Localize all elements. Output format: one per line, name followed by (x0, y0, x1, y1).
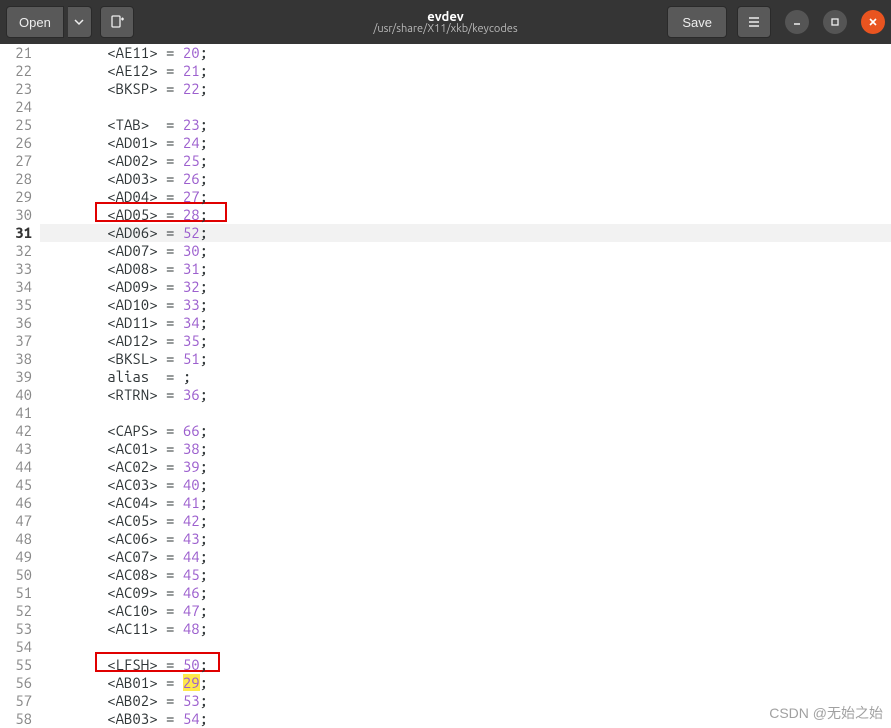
line-number: 46 (0, 494, 32, 512)
line-number: 28 (0, 170, 32, 188)
line-number: 51 (0, 584, 32, 602)
line-number: 29 (0, 188, 32, 206)
open-dropdown-button[interactable] (68, 6, 92, 38)
new-tab-button[interactable] (100, 6, 134, 38)
code-line[interactable]: <AB03> = 54; (40, 710, 891, 728)
hamburger-menu-button[interactable] (737, 6, 771, 38)
code-line[interactable]: <AD05> = 28; (40, 206, 891, 224)
code-line[interactable]: <BKSP> = 22; (40, 80, 891, 98)
line-number: 52 (0, 602, 32, 620)
line-number: 48 (0, 530, 32, 548)
code-line[interactable]: <AB01> = 29; (40, 674, 891, 692)
code-line[interactable]: <AD01> = 24; (40, 134, 891, 152)
line-number: 50 (0, 566, 32, 584)
code-line[interactable]: <AC08> = 45; (40, 566, 891, 584)
code-line[interactable]: <AD10> = 33; (40, 296, 891, 314)
code-line[interactable] (40, 638, 891, 656)
code-content[interactable]: <AE11> = 20; <AE12> = 21; <BKSP> = 22; <… (40, 44, 891, 727)
line-number: 54 (0, 638, 32, 656)
close-icon (868, 17, 878, 27)
minimize-icon (792, 17, 802, 27)
code-line[interactable]: <AC03> = 40; (40, 476, 891, 494)
line-number: 26 (0, 134, 32, 152)
code-line[interactable]: <AC02> = 39; (40, 458, 891, 476)
maximize-button[interactable] (823, 10, 847, 34)
maximize-icon (830, 17, 840, 27)
code-line[interactable]: <AE12> = 21; (40, 62, 891, 80)
line-number: 57 (0, 692, 32, 710)
code-line[interactable]: <CAPS> = 66; (40, 422, 891, 440)
line-number: 43 (0, 440, 32, 458)
code-line[interactable]: <AC11> = 48; (40, 620, 891, 638)
code-line[interactable]: <AC10> = 47; (40, 602, 891, 620)
line-number: 55 (0, 656, 32, 674)
code-line[interactable]: <AC07> = 44; (40, 548, 891, 566)
code-line[interactable]: <AD07> = 30; (40, 242, 891, 260)
line-number: 58 (0, 710, 32, 728)
document-path: /usr/share/X11/xkb/keycodes (373, 23, 517, 35)
code-line[interactable]: <TAB> = 23; (40, 116, 891, 134)
line-number: 31 (0, 224, 32, 242)
line-number: 23 (0, 80, 32, 98)
line-number: 40 (0, 386, 32, 404)
line-number: 25 (0, 116, 32, 134)
code-line[interactable] (40, 404, 891, 422)
line-number: 39 (0, 368, 32, 386)
line-number: 41 (0, 404, 32, 422)
line-number: 34 (0, 278, 32, 296)
line-number: 22 (0, 62, 32, 80)
new-document-icon (109, 14, 125, 30)
line-number: 21 (0, 44, 32, 62)
line-number: 27 (0, 152, 32, 170)
header-bar: Open evdev /usr/share/X11/xkb/keycodes S… (0, 0, 891, 44)
line-number: 32 (0, 242, 32, 260)
line-number: 37 (0, 332, 32, 350)
save-button[interactable]: Save (667, 6, 727, 38)
chevron-down-icon (74, 17, 84, 27)
line-number: 44 (0, 458, 32, 476)
code-line[interactable]: <AC01> = 38; (40, 440, 891, 458)
line-number: 53 (0, 620, 32, 638)
hamburger-icon (747, 15, 761, 29)
line-number: 35 (0, 296, 32, 314)
code-line[interactable]: <AD11> = 34; (40, 314, 891, 332)
code-line[interactable]: <AD08> = 31; (40, 260, 891, 278)
code-line[interactable]: <LFSH> = 50; (40, 656, 891, 674)
line-number: 56 (0, 674, 32, 692)
open-button[interactable]: Open (6, 6, 64, 38)
line-number: 33 (0, 260, 32, 278)
line-number: 24 (0, 98, 32, 116)
code-line[interactable]: <AD04> = 27; (40, 188, 891, 206)
line-number: 36 (0, 314, 32, 332)
code-line[interactable]: <AC04> = 41; (40, 494, 891, 512)
editor-area[interactable]: 2122232425262728293031323334353637383940… (0, 44, 891, 727)
line-number: 38 (0, 350, 32, 368)
code-line[interactable]: <AD06> = 52; (40, 224, 891, 242)
code-line[interactable]: <AC05> = 42; (40, 512, 891, 530)
line-number: 42 (0, 422, 32, 440)
line-number: 47 (0, 512, 32, 530)
line-number: 30 (0, 206, 32, 224)
minimize-button[interactable] (785, 10, 809, 34)
code-line[interactable]: alias = ; (40, 368, 891, 386)
code-line[interactable] (40, 98, 891, 116)
line-number: 49 (0, 548, 32, 566)
code-line[interactable]: <AB02> = 53; (40, 692, 891, 710)
document-title: evdev (427, 10, 464, 24)
code-line[interactable]: <AD03> = 26; (40, 170, 891, 188)
close-button[interactable] (861, 10, 885, 34)
code-line[interactable]: <BKSL> = 51; (40, 350, 891, 368)
code-line[interactable]: <AC06> = 43; (40, 530, 891, 548)
code-line[interactable]: <RTRN> = 36; (40, 386, 891, 404)
code-line[interactable]: <AC09> = 46; (40, 584, 891, 602)
line-number-gutter: 2122232425262728293031323334353637383940… (0, 44, 40, 727)
code-line[interactable]: <AE11> = 20; (40, 44, 891, 62)
code-line[interactable]: <AD09> = 32; (40, 278, 891, 296)
line-number: 45 (0, 476, 32, 494)
code-line[interactable]: <AD02> = 25; (40, 152, 891, 170)
code-line[interactable]: <AD12> = 35; (40, 332, 891, 350)
